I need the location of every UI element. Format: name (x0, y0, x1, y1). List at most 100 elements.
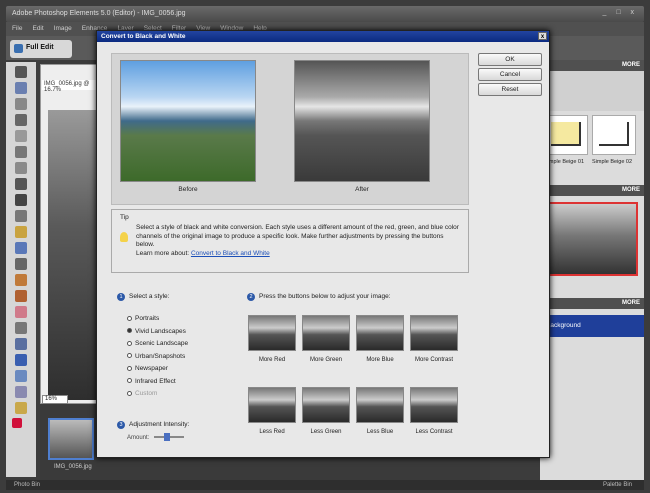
learn-more-label: Learn more about: (136, 249, 190, 257)
cancel-button[interactable]: Cancel (478, 68, 542, 81)
type-tool-icon[interactable] (15, 194, 27, 206)
style-option[interactable]: Urban/Snapshots (127, 351, 188, 364)
blur-tool-icon[interactable] (15, 386, 27, 398)
style-option[interactable]: Newspaper (127, 363, 188, 376)
sponge-tool-icon[interactable] (15, 402, 27, 414)
dialog-title: Convert to Black and White (101, 33, 186, 40)
crop-tool-icon[interactable] (15, 210, 27, 222)
step-1-badge: 1 (117, 293, 125, 301)
style-label: Simple Beige 01 (544, 159, 585, 165)
menu-item[interactable]: Edit (32, 25, 43, 33)
cookie-cutter-tool-icon[interactable] (15, 226, 27, 238)
zoom-tool-icon[interactable] (15, 82, 27, 94)
selection-brush-tool-icon[interactable] (15, 178, 27, 190)
style-label: Simple Beige 02 (592, 159, 633, 165)
style-option[interactable]: Vivid Landscapes (127, 326, 188, 339)
after-label: After (355, 186, 369, 193)
radio-button[interactable] (127, 365, 132, 371)
navigator-preview[interactable] (544, 202, 638, 276)
radio-button[interactable] (127, 328, 132, 334)
move-tool-icon[interactable] (15, 66, 27, 78)
adjust-thumbnail (248, 387, 296, 423)
slider-knob[interactable] (164, 433, 171, 442)
full-edit-button[interactable]: Full Edit (10, 40, 72, 58)
radio-button[interactable] (127, 340, 132, 346)
style-option-label: Newspaper (135, 365, 168, 372)
magic-wand-tool-icon[interactable] (15, 162, 27, 174)
palette-bin: MORE Simple Beige 01 Simple Beige 02 MOR… (540, 60, 644, 480)
amount-label: Amount: (127, 435, 150, 441)
adjust-button[interactable]: More Green (301, 315, 351, 363)
navigator-panel-header[interactable]: MORE (540, 185, 644, 196)
eyedropper-tool-icon[interactable] (15, 114, 27, 126)
style-option-label: Portraits (135, 315, 160, 322)
photo-bin-toggle[interactable]: Photo Bin (14, 482, 40, 488)
gradient-tool-icon[interactable] (15, 354, 27, 366)
reset-button[interactable]: Reset (478, 83, 542, 96)
layer-row[interactable]: Background (540, 315, 644, 337)
style-thumbnail[interactable] (544, 115, 588, 155)
clone-stamp-tool-icon[interactable] (15, 290, 27, 302)
radio-button[interactable] (127, 315, 132, 321)
adjust-button[interactable]: Less Contrast (409, 387, 459, 435)
adjust-button[interactable]: Less Blue (355, 387, 405, 435)
eraser-tool-icon[interactable] (15, 306, 27, 318)
intensity-heading: 3 Adjustment Intensity: (117, 421, 189, 429)
adjust-button[interactable]: More Blue (355, 315, 405, 363)
zoom-field[interactable]: 16% (42, 395, 68, 404)
adjust-button-label: Less Blue (366, 429, 394, 435)
menu-item[interactable]: Image (54, 25, 72, 33)
adjust-button-label: More Green (309, 357, 342, 363)
adjust-button[interactable]: More Red (247, 315, 297, 363)
adjust-thumbnail (410, 387, 458, 423)
adjust-button[interactable]: More Contrast (409, 315, 459, 363)
healing-brush-tool-icon[interactable] (15, 274, 27, 286)
close-icon[interactable]: x (538, 32, 547, 40)
preview-area: Before After (111, 53, 469, 205)
adjust-button[interactable]: Less Green (301, 387, 351, 435)
select-style-heading: 1 Select a style: (117, 293, 169, 301)
style-option-label: Scenic Landscape (135, 340, 189, 347)
radio-button[interactable] (127, 353, 132, 359)
adjust-button[interactable]: Less Red (247, 387, 297, 435)
photo-bin-thumbnail[interactable] (48, 418, 94, 460)
adjust-button-label: More Blue (366, 357, 394, 363)
adjust-button-label: Less Red (259, 429, 285, 435)
intensity-slider[interactable] (154, 433, 185, 442)
paint-bucket-tool-icon[interactable] (15, 338, 27, 350)
style-option[interactable]: Infrared Effect (127, 376, 188, 389)
shape-tool-icon[interactable] (15, 370, 27, 382)
full-edit-icon (14, 44, 23, 53)
straighten-tool-icon[interactable] (15, 242, 27, 254)
lasso-tool-icon[interactable] (15, 146, 27, 158)
learn-more-link[interactable]: Convert to Black and White (191, 250, 270, 257)
adjust-button-label: Less Green (310, 429, 342, 435)
style-option[interactable]: Scenic Landscape (127, 338, 188, 351)
toolbox (6, 62, 36, 477)
brush-tool-icon[interactable] (15, 322, 27, 334)
style-thumbnail-labels: Simple Beige 01 Simple Beige 02 (540, 159, 644, 165)
style-option[interactable]: Portraits (127, 313, 188, 326)
full-edit-label: Full Edit (26, 44, 54, 51)
radio-button[interactable] (127, 390, 132, 396)
marquee-tool-icon[interactable] (15, 130, 27, 142)
adjust-thumbnail (248, 315, 296, 351)
palette-bin-toggle[interactable]: Palette Bin (603, 482, 632, 488)
before-preview (120, 60, 256, 182)
window-controls[interactable]: _ □ x (602, 9, 638, 16)
style-thumbnail[interactable] (592, 115, 636, 155)
radio-button[interactable] (127, 378, 132, 384)
after-preview (294, 60, 430, 182)
ok-button[interactable]: OK (478, 53, 542, 66)
red-eye-tool-icon[interactable] (15, 258, 27, 270)
intensity-control: Amount: (127, 433, 185, 442)
adjust-button-label: Less Contrast (415, 429, 453, 435)
layers-panel-header[interactable]: MORE (540, 298, 644, 309)
foreground-color-swatch[interactable] (12, 418, 22, 428)
document-tab[interactable]: IMG_0056.jpg @ 16.7% (42, 80, 102, 93)
style-option[interactable]: Custom (127, 388, 188, 401)
styles-panel-header[interactable]: MORE (540, 60, 644, 71)
menu-item[interactable]: File (12, 25, 22, 33)
tip-title: Tip (120, 214, 129, 221)
hand-tool-icon[interactable] (15, 98, 27, 110)
